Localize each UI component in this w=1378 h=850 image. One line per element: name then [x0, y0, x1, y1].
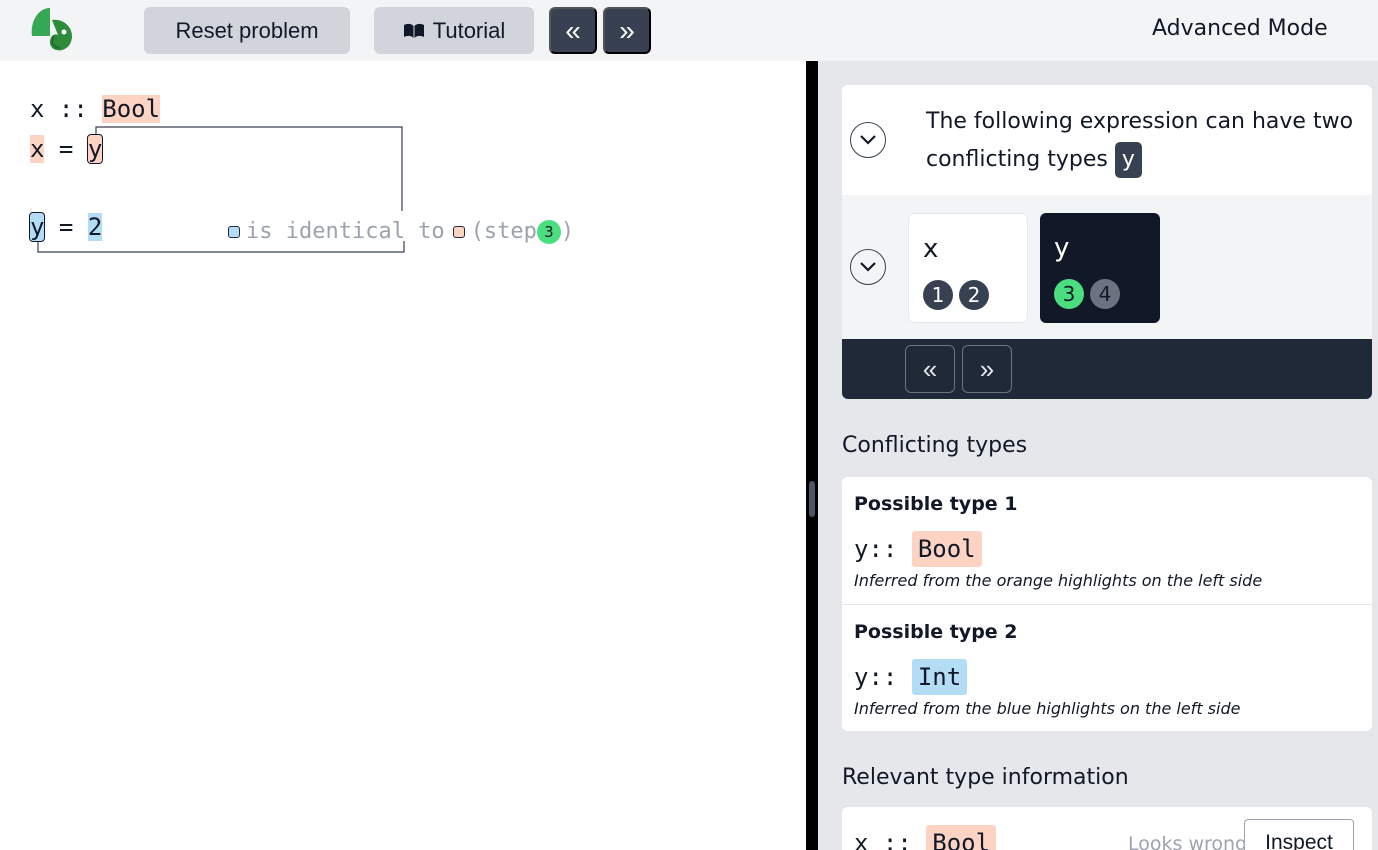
annotation-step-suffix: ) [560, 219, 575, 244]
looks-wrong-label: Looks wrong? [1128, 833, 1258, 850]
constraint-connector-lines [37, 126, 405, 253]
collapse-variables-button[interactable] [850, 249, 886, 285]
signature-type-int[interactable]: Int [911, 659, 968, 695]
step-badge[interactable]: 4 [1090, 279, 1120, 309]
variable-card-x[interactable]: x 1 2 [908, 213, 1028, 323]
conflict-message: The following expression can have two co… [926, 103, 1366, 179]
orange-square-icon [452, 225, 465, 238]
annotation-step-badge: 3 [536, 219, 561, 244]
collapse-message-button[interactable] [850, 122, 886, 158]
code-token-x-def[interactable]: x [30, 135, 45, 163]
step-badge-active[interactable]: 3 [1054, 279, 1084, 309]
blue-square-icon [228, 225, 240, 238]
signature-sep: :: [868, 535, 912, 563]
code-op: = [44, 213, 88, 241]
chevron-down-icon [860, 135, 876, 145]
double-chevron-right-icon: » [979, 353, 995, 384]
conflict-message-card: The following expression can have two co… [842, 85, 1372, 195]
signature-var: y [854, 663, 869, 691]
annotation-text: is identical to [246, 219, 445, 244]
top-toolbar: Reset problem Tutorial « » Advanced Mode [0, 0, 1378, 61]
code-token-bool[interactable]: Bool [102, 95, 161, 123]
tutorial-label: Tutorial [432, 17, 506, 43]
annotation-step-prefix: (step [470, 219, 537, 244]
code-line-2: x = y [30, 134, 104, 164]
conflicting-types-card: Possible type 1 y:: Bool Inferred from t… [842, 477, 1372, 731]
code-line-3: y = 2 [28, 212, 103, 242]
signature-sep: :: [868, 829, 927, 850]
reset-problem-button[interactable]: Reset problem [144, 7, 350, 54]
tutorial-button[interactable]: Tutorial [374, 7, 534, 54]
double-chevron-right-icon: » [619, 14, 635, 46]
reset-problem-label: Reset problem [175, 17, 319, 43]
possible-type-1-title: Possible type 1 [854, 493, 1018, 515]
step-badge[interactable]: 2 [959, 280, 989, 310]
conflicting-types-heading: Conflicting types [842, 433, 1028, 458]
next-step-button[interactable]: » [603, 7, 651, 54]
variable-steps: 1 2 [923, 280, 995, 310]
possible-type-1-note: Inferred from the orange highlights on t… [854, 571, 1263, 590]
variable-steps: 3 4 [1054, 279, 1126, 309]
chevron-down-icon [860, 262, 876, 272]
possible-type-1-signature: y:: Bool [854, 531, 982, 567]
book-icon [403, 23, 425, 39]
step-navigation-bar: « » [842, 339, 1372, 399]
code-token-x[interactable]: x [30, 95, 44, 123]
code-op: = [44, 135, 88, 163]
code-token-y-use[interactable]: y [86, 134, 104, 164]
inspect-button[interactable]: Inspect [1244, 819, 1354, 850]
possible-type-2-note: Inferred from the blue highlights on the… [854, 699, 1241, 718]
constraint-annotation: is identical to (step 3) [226, 219, 574, 244]
possible-type-2-signature: y:: Int [854, 659, 968, 695]
signature-type-bool[interactable]: Bool [926, 825, 997, 850]
resize-handle[interactable] [809, 481, 815, 517]
prev-step-button[interactable]: « [549, 7, 597, 54]
relevant-type-row: x :: Bool Looks wrong? Inspect [842, 807, 1372, 850]
variable-name: y [1054, 233, 1070, 263]
signature-type-bool[interactable]: Bool [911, 531, 982, 567]
signature-var: x [854, 829, 869, 850]
double-chevron-left-icon: « [565, 14, 581, 46]
chameleon-logo-icon [28, 6, 76, 52]
panel-prev-step-button[interactable]: « [905, 345, 955, 393]
double-chevron-left-icon: « [922, 353, 938, 384]
conflict-expression-tag[interactable]: y [1114, 142, 1142, 178]
variable-selector: x 1 2 y 3 4 [842, 195, 1372, 339]
code-token-y-def[interactable]: y [28, 212, 46, 242]
explanation-panel: The following expression can have two co… [818, 61, 1378, 850]
code-editor[interactable]: x :: Bool x = y y = 2 is identical to (st… [0, 61, 806, 850]
signature-sep: :: [868, 663, 912, 691]
signature-var: y [854, 535, 869, 563]
step-badge[interactable]: 1 [923, 280, 953, 310]
variable-card-y[interactable]: y 3 4 [1040, 213, 1160, 323]
possible-type-2-title: Possible type 2 [854, 621, 1018, 643]
separator [842, 604, 1372, 605]
variable-name: x [923, 234, 939, 264]
advanced-mode-toggle[interactable]: Advanced Mode [1152, 16, 1328, 41]
code-token-2[interactable]: 2 [87, 213, 103, 241]
panel-divider[interactable] [806, 61, 818, 850]
relevant-type-info-heading: Relevant type information [842, 765, 1129, 790]
relevant-signature: x :: Bool [854, 825, 997, 850]
code-op: :: [44, 95, 103, 123]
code-line-1: x :: Bool [30, 95, 161, 123]
panel-next-step-button[interactable]: » [962, 345, 1012, 393]
